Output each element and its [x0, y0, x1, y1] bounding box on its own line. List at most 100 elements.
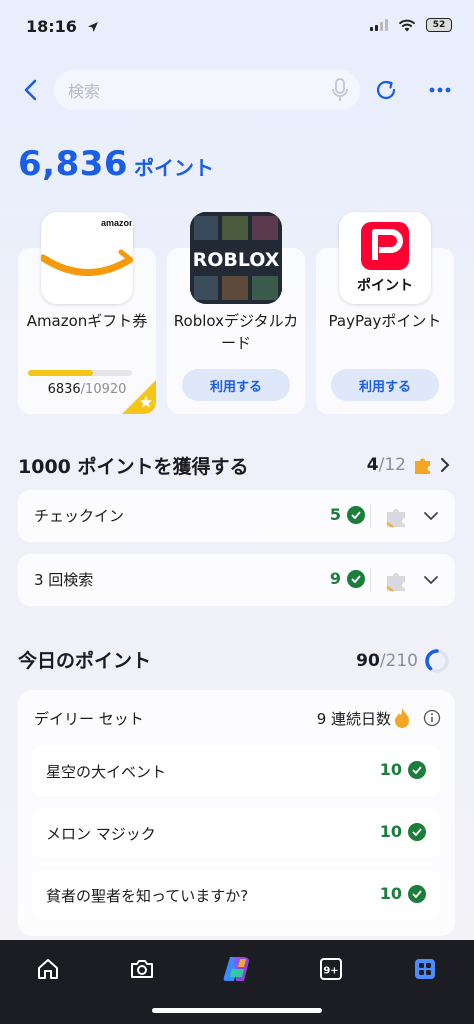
battery-level: 52 — [432, 20, 446, 30]
roblox-logo: ROBLOX — [190, 212, 282, 304]
microphone-icon — [332, 78, 348, 101]
today-progress: 90/210 — [356, 648, 450, 674]
refresh-button[interactable] — [370, 74, 402, 106]
daily-item-points: 10 — [380, 822, 426, 841]
star-badge — [122, 380, 156, 414]
search-input[interactable]: 検索 — [68, 78, 320, 102]
nav-copilot[interactable] — [217, 954, 257, 984]
mic-button[interactable] — [320, 70, 360, 110]
today-total: /210 — [379, 651, 418, 671]
divider — [370, 504, 371, 528]
reward-card-label: PayPayポイント — [328, 312, 442, 330]
progress-current: 6836 — [47, 382, 81, 397]
streak-count: 9 連続日数 — [317, 707, 411, 729]
home-indicator — [152, 1008, 322, 1013]
daily-item[interactable]: メロン マジック 10 — [32, 808, 440, 858]
svg-text:ポイント: ポイント — [357, 277, 413, 294]
task-label: チェックイン — [34, 507, 125, 525]
task-row-checkin[interactable]: チェックイン 5 — [18, 490, 455, 542]
star-icon — [122, 380, 156, 414]
check-icon — [347, 569, 365, 588]
daily-item-points: 10 — [380, 760, 426, 779]
earn-section-title: 1000 ポイントを獲得する — [18, 456, 249, 478]
progress-ring-icon — [425, 649, 449, 673]
earn-progress-total: /12 — [378, 455, 406, 475]
check-icon — [347, 505, 365, 524]
signal-icon — [370, 19, 388, 31]
daily-item[interactable]: 貧者の聖者を知っていますか? 10 — [32, 870, 440, 920]
streak-text: 9 連続日数 — [316, 709, 391, 728]
points-unit: ポイント — [134, 156, 215, 180]
info-icon[interactable] — [423, 709, 441, 727]
fire-icon — [395, 708, 409, 728]
status-time: 18:16 — [26, 17, 99, 36]
app-counter-icon: 9+ — [320, 958, 342, 980]
check-icon — [408, 760, 426, 779]
task-count-value: 9 — [329, 569, 341, 588]
redeem-button[interactable]: 利用する — [182, 369, 290, 401]
ellipsis-icon — [429, 87, 451, 93]
earn-progress-done: 4 — [366, 455, 379, 475]
daily-item-label: 星空の大イベント — [46, 763, 167, 781]
chevron-right-icon — [441, 458, 450, 472]
nav-apps[interactable]: 9+ — [311, 954, 351, 984]
reward-progress-fill — [28, 370, 94, 376]
today-section-title: 今日のポイント — [18, 650, 152, 672]
daily-item-value: 10 — [379, 884, 402, 903]
reward-card-roblox[interactable]: ROBLOX Robloxデジタルカード 利用する — [167, 212, 305, 414]
back-button[interactable] — [14, 74, 46, 106]
search-bar[interactable]: 検索 — [54, 70, 360, 110]
progress-total: /10920 — [80, 382, 127, 397]
points-value: 6,836 — [18, 144, 129, 184]
task-row-search[interactable]: 3 回検索 9 — [18, 554, 455, 606]
reward-card-label: Robloxデジタルカード — [173, 312, 299, 352]
top-bar: 検索 — [0, 66, 474, 114]
daily-item-value: 10 — [379, 822, 402, 841]
puzzle-piece-icon — [386, 573, 405, 592]
wifi-icon — [398, 19, 416, 31]
task-count: 5 — [330, 505, 365, 524]
redeem-button[interactable]: 利用する — [331, 369, 439, 401]
reward-card-label: Amazonギフト券 — [26, 312, 148, 330]
daily-set-card: デイリー セット 9 連続日数 星空の大イベント 10 メロン マジック 10 … — [18, 690, 455, 936]
location-arrow-icon — [87, 22, 98, 32]
daily-item-value: 10 — [379, 760, 402, 779]
points-balance: 6,836 ポイント — [18, 144, 214, 184]
daily-item-points: 10 — [380, 884, 426, 903]
paypay-logo: ポイント — [339, 212, 431, 304]
earn-progress[interactable]: 4/12 — [367, 454, 450, 476]
nav-rewards[interactable] — [405, 954, 445, 984]
more-options-button[interactable] — [424, 74, 456, 106]
back-chevron-icon — [24, 79, 37, 101]
today-current: 90 — [356, 651, 380, 671]
chevron-down-icon[interactable] — [421, 570, 441, 590]
puzzle-piece-icon — [386, 509, 405, 528]
daily-item-label: 貧者の聖者を知っていますか? — [46, 887, 249, 905]
check-icon — [408, 884, 426, 903]
puzzle-icon — [415, 458, 430, 474]
reward-card-paypay[interactable]: ポイント PayPayポイント 利用する — [316, 212, 454, 414]
daily-item[interactable]: 星空の大イベント 10 — [32, 746, 440, 796]
svg-text:amazon: amazon — [101, 218, 133, 228]
status-icons: 52 — [370, 18, 452, 32]
nav-home[interactable] — [28, 954, 68, 984]
check-icon — [408, 822, 426, 841]
task-count-value: 5 — [329, 505, 341, 524]
divider — [370, 568, 371, 592]
reward-progress-bar — [28, 370, 132, 376]
svg-text:ROBLOX: ROBLOX — [193, 249, 280, 271]
home-icon — [38, 959, 58, 979]
task-count: 9 — [330, 569, 365, 588]
chevron-down-icon[interactable] — [421, 506, 441, 526]
grid-apps-icon — [415, 959, 435, 979]
reward-card-amazon[interactable]: amazon Amazonギフト券 6836/10920 — [18, 212, 156, 414]
status-bar: 18:16 52 — [0, 0, 474, 56]
camera-icon — [131, 960, 153, 978]
daily-set-title: デイリー セット — [34, 710, 144, 728]
daily-item-label: メロン マジック — [46, 825, 156, 843]
svg-text:9+: 9+ — [323, 966, 338, 977]
copilot-icon — [223, 957, 249, 981]
nav-camera[interactable] — [122, 954, 162, 984]
time-text: 18:16 — [26, 17, 77, 36]
refresh-icon — [376, 80, 396, 100]
